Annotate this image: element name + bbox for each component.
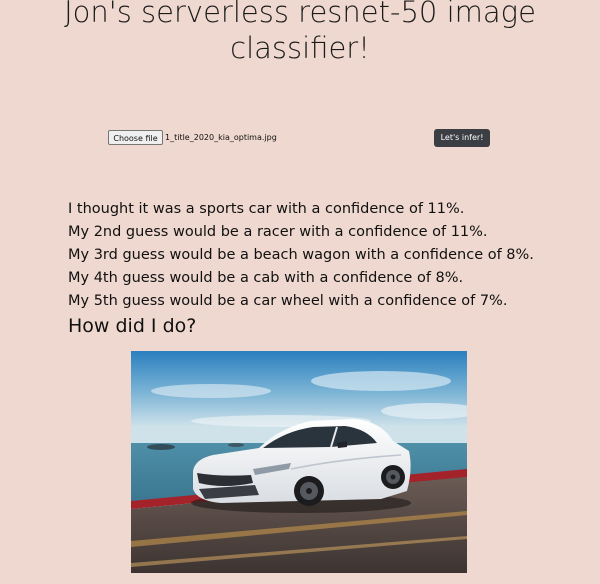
infer-button[interactable]: Let's infer! [434, 129, 490, 147]
prediction-item: My 3rd guess would be a beach wagon with… [68, 247, 534, 263]
car-photo-illustration [131, 351, 467, 573]
page-title: Jon's serverless resnet-50 image classif… [64, 0, 536, 65]
prediction-item: My 4th guess would be a cab with a confi… [68, 270, 464, 286]
prediction-item: My 2nd guess would be a racer with a con… [68, 224, 488, 240]
prediction-list: I thought it was a sports car with a con… [68, 198, 534, 313]
choose-file-button[interactable]: Choose file [108, 130, 163, 145]
upload-form: Choose file 1_title_2020_kia_optima.jpg … [108, 129, 491, 147]
prediction-item: My 5th guess would be a car wheel with a… [68, 293, 508, 309]
uploaded-car-image [131, 351, 467, 573]
feedback-heading: How did I do? [68, 315, 197, 337]
prediction-item: I thought it was a sports car with a con… [68, 201, 465, 217]
selected-file-name: 1_title_2020_kia_optima.jpg [165, 133, 277, 142]
